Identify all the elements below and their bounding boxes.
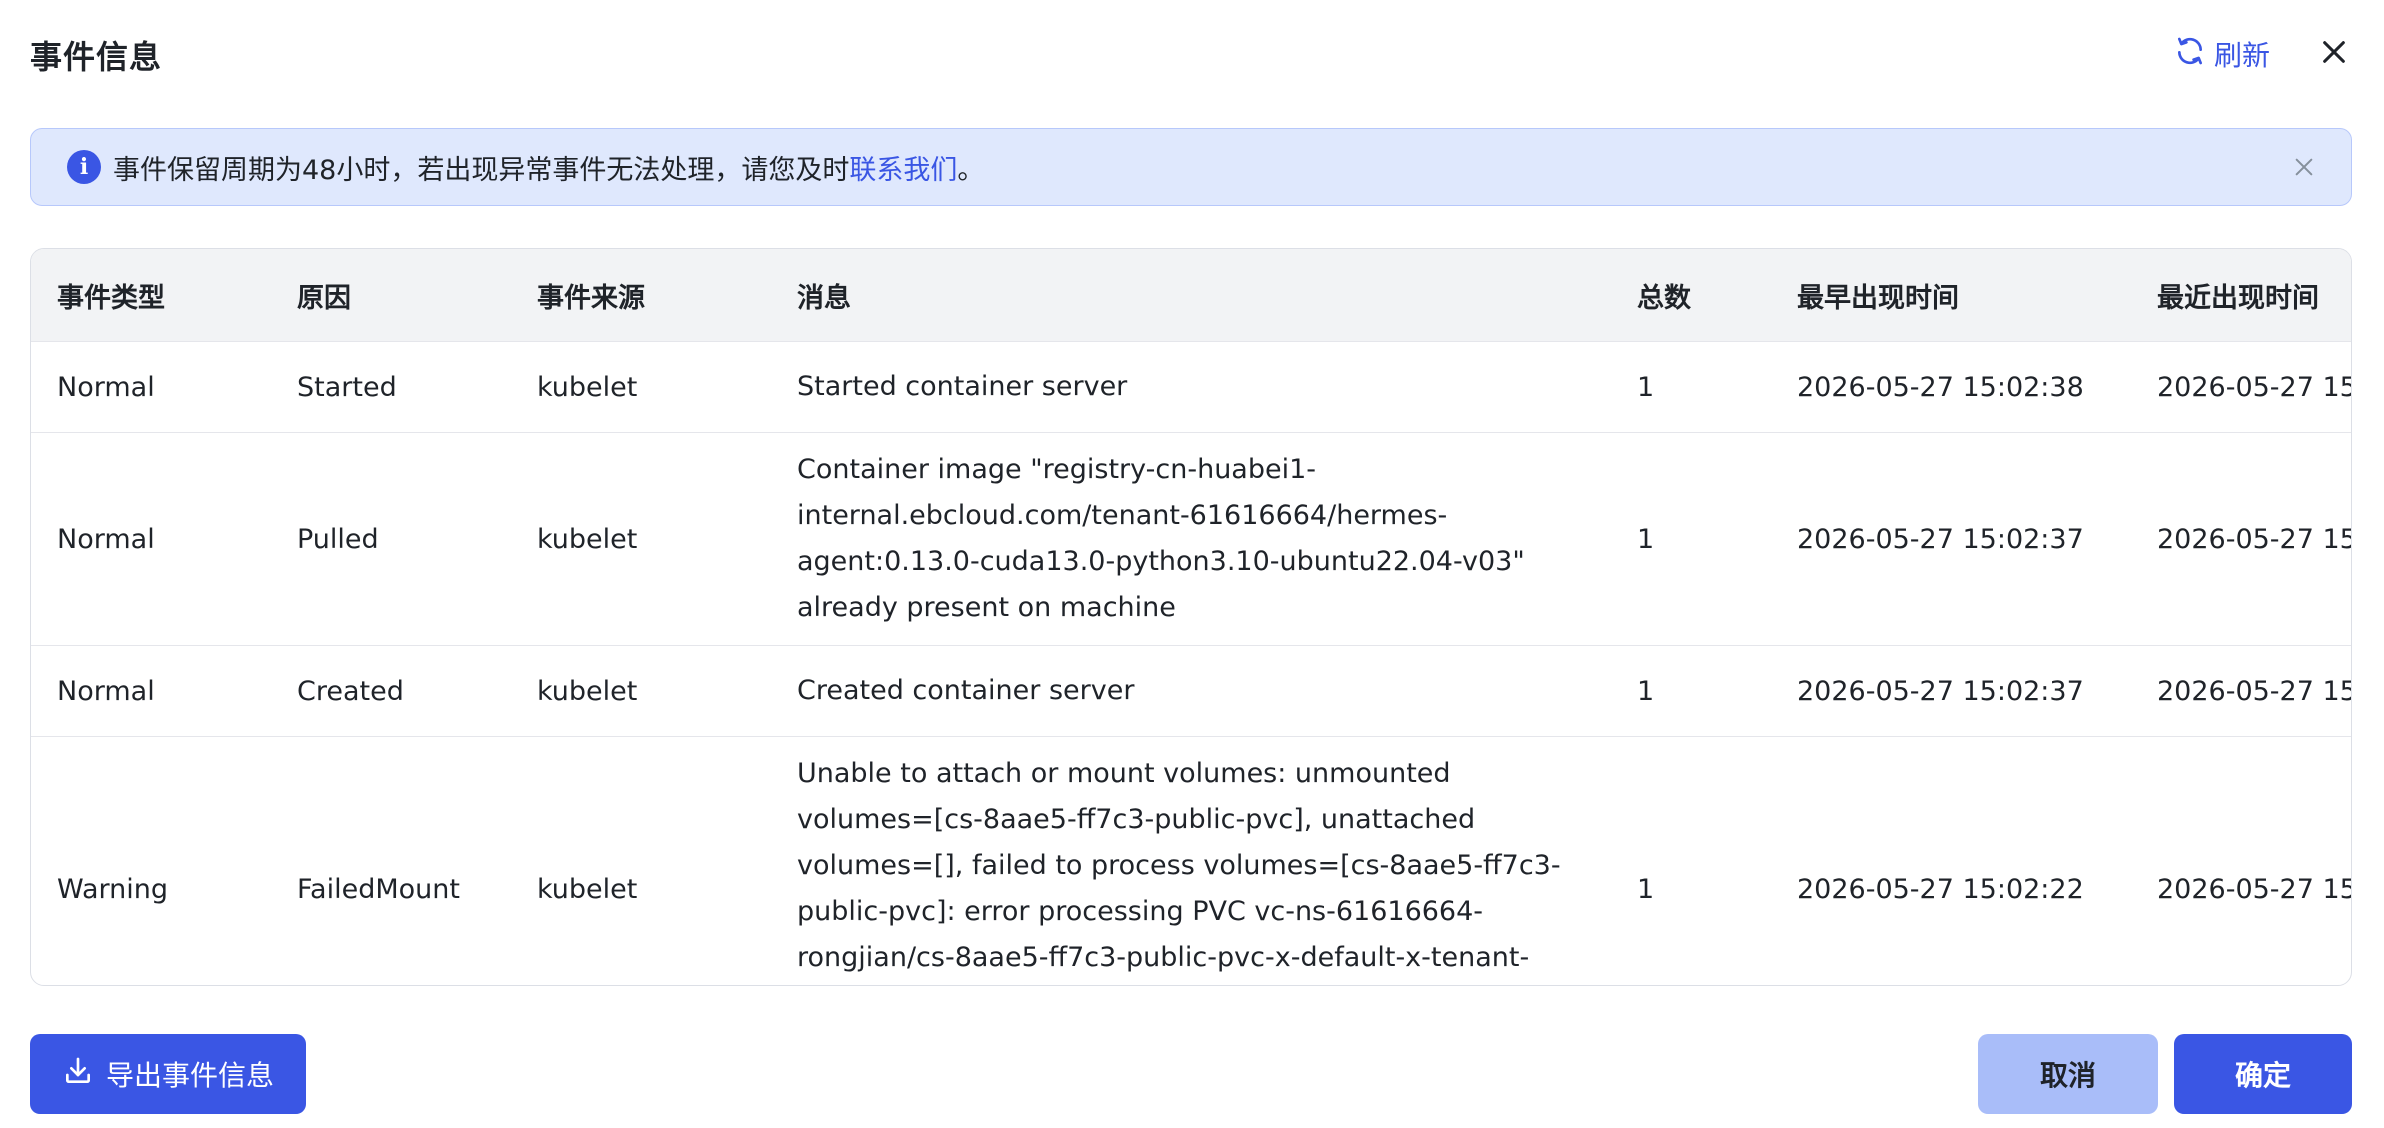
- notice-message: 事件保留周期为48小时，若出现异常事件无法处理，请您及时: [113, 154, 850, 186]
- column-header-message[interactable]: 消息: [771, 249, 1611, 342]
- notice-text: 事件保留周期为48小时，若出现异常事件无法处理，请您及时联系我们。: [113, 148, 984, 187]
- retention-notice: i 事件保留周期为48小时，若出现异常事件无法处理，请您及时联系我们。: [30, 128, 2352, 206]
- cell-event-type: Normal: [31, 432, 271, 646]
- close-icon: [2295, 158, 2313, 176]
- cell-last-seen: 2026-05-27 15: [2131, 645, 2351, 737]
- cell-count: 1: [1611, 645, 1771, 737]
- table-header-row: 事件类型 原因 事件来源 消息 总数 最早出现时间 最近出现时间: [31, 249, 2351, 342]
- column-header-event-type[interactable]: 事件类型: [31, 249, 271, 342]
- cell-reason: Pulled: [271, 432, 511, 646]
- events-table[interactable]: 事件类型 原因 事件来源 消息 总数 最早出现时间 最近出现时间 Normal …: [30, 248, 2352, 986]
- table-row: Normal Pulled kubelet Container image "r…: [31, 432, 2351, 646]
- table-row: Normal Started kubelet Started container…: [31, 341, 2351, 433]
- info-icon: i: [67, 150, 101, 184]
- cell-first-seen: 2026-05-27 15:02:38: [1771, 341, 2131, 433]
- dialog-title: 事件信息: [30, 38, 163, 76]
- cell-reason: Started: [271, 341, 511, 433]
- column-header-first-seen[interactable]: 最早出现时间: [1771, 249, 2131, 342]
- close-icon: [2320, 38, 2348, 70]
- cell-last-seen: 2026-05-27 15: [2131, 341, 2351, 433]
- column-header-count[interactable]: 总数: [1611, 249, 1771, 342]
- cell-reason: FailedMount: [271, 736, 511, 985]
- close-dialog-button[interactable]: [2314, 34, 2354, 74]
- cell-first-seen: 2026-05-27 15:02:37: [1771, 645, 2131, 737]
- column-header-last-seen[interactable]: 最近出现时间: [2131, 249, 2351, 342]
- confirm-button[interactable]: 确定: [2174, 1034, 2352, 1114]
- cell-message: Unable to attach or mount volumes: unmou…: [771, 736, 1611, 985]
- event-info-dialog: 事件信息 刷新 i 事件保留周期为48小时，若出现异常事件无法处理，请您及时联系…: [0, 0, 2384, 1128]
- download-icon: [62, 1055, 94, 1094]
- cell-count: 1: [1611, 341, 1771, 433]
- refresh-icon: [2174, 35, 2206, 74]
- cell-reason: Created: [271, 645, 511, 737]
- cell-first-seen: 2026-05-27 15:02:37: [1771, 432, 2131, 646]
- refresh-button[interactable]: 刷新: [2174, 34, 2270, 74]
- cell-source: kubelet: [511, 645, 771, 737]
- table-row: Normal Created kubelet Created container…: [31, 645, 2351, 737]
- cell-count: 1: [1611, 736, 1771, 985]
- refresh-label: 刷新: [2213, 39, 2270, 72]
- cell-message: Started container server: [771, 341, 1611, 433]
- dialog-header: 事件信息 刷新: [30, 26, 2354, 82]
- cancel-button[interactable]: 取消: [1978, 1034, 2158, 1114]
- column-header-reason[interactable]: 原因: [271, 249, 511, 342]
- column-header-source[interactable]: 事件来源: [511, 249, 771, 342]
- cell-count: 1: [1611, 432, 1771, 646]
- contact-us-link[interactable]: 联系我们: [849, 155, 957, 186]
- cell-source: kubelet: [511, 341, 771, 433]
- cell-message: Created container server: [771, 645, 1611, 737]
- notice-close-button[interactable]: [2289, 152, 2319, 182]
- cell-event-type: Normal: [31, 645, 271, 737]
- export-label: 导出事件信息: [105, 1059, 274, 1092]
- cell-source: kubelet: [511, 432, 771, 646]
- cell-last-seen: 2026-05-27 15: [2131, 432, 2351, 646]
- cell-first-seen: 2026-05-27 15:02:22: [1771, 736, 2131, 985]
- table-row: Warning FailedMount kubelet Unable to at…: [31, 736, 2351, 985]
- cell-event-type: Warning: [31, 736, 271, 985]
- export-events-button[interactable]: 导出事件信息: [30, 1034, 306, 1114]
- cell-source: kubelet: [511, 736, 771, 985]
- cell-message: Container image "registry-cn-huabei1-int…: [771, 432, 1611, 646]
- cell-event-type: Normal: [31, 341, 271, 433]
- notice-suffix: 。: [957, 154, 985, 186]
- cell-last-seen: 2026-05-27 15: [2131, 736, 2351, 985]
